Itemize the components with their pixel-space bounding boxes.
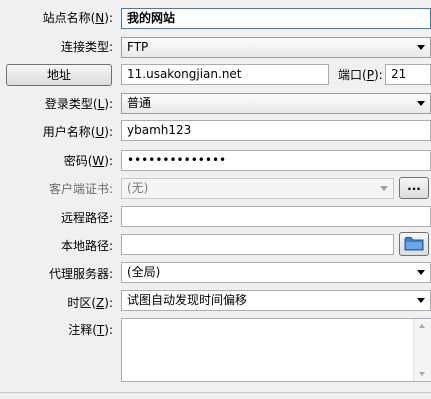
notes-scrollbar[interactable] [413, 319, 431, 381]
site-name-input[interactable]: 我的网站 [121, 8, 431, 29]
scroll-up-icon[interactable] [419, 324, 425, 328]
chevron-down-icon [417, 45, 425, 50]
local-path-label: 本地路径: [60, 239, 113, 253]
connection-type-select[interactable]: FTP [121, 37, 431, 58]
client-cert-label: 客户端证书: [48, 182, 113, 196]
local-path-input[interactable] [121, 234, 394, 255]
username-label: 用户名称(U): [42, 125, 113, 139]
connection-type-label: 连接类型: [60, 40, 113, 54]
chevron-down-icon [417, 101, 425, 106]
proxy-label: 代理服务器: [48, 267, 113, 281]
address-input[interactable]: 11.usakongjian.net [121, 64, 329, 85]
remote-path-label: 远程路径: [60, 211, 113, 225]
notes-label: 注释(T): [68, 323, 113, 337]
folder-icon [404, 237, 424, 251]
password-input[interactable]: •••••••••••••• [121, 150, 431, 171]
browse-folder-button[interactable] [399, 232, 429, 256]
bottom-divider [0, 392, 431, 393]
login-type-select[interactable]: 普通 [121, 93, 431, 114]
address-button[interactable]: 地址 [6, 64, 112, 86]
timezone-label: 时区(Z): [67, 296, 113, 310]
scroll-down-icon[interactable] [419, 372, 425, 376]
remote-path-input[interactable] [121, 206, 431, 227]
browse-cert-button[interactable]: ... [399, 177, 429, 199]
notes-textarea[interactable] [121, 318, 431, 382]
chevron-down-icon [417, 270, 425, 275]
port-label: 端口(P): [338, 68, 383, 82]
username-input[interactable]: ybamh123 [121, 120, 431, 141]
password-label: 密码(W): [63, 154, 113, 168]
proxy-select[interactable]: (全局) [121, 262, 431, 283]
site-name-label: 站点名称(N): [42, 11, 113, 25]
chevron-down-icon [417, 298, 425, 303]
port-input[interactable]: 21 [385, 64, 431, 85]
login-type-label: 登录类型(L): [44, 97, 113, 111]
client-cert-select[interactable]: (无) [121, 178, 394, 199]
timezone-select[interactable]: 试图自动发现时间偏移 [121, 290, 431, 311]
chevron-down-icon [380, 186, 388, 191]
